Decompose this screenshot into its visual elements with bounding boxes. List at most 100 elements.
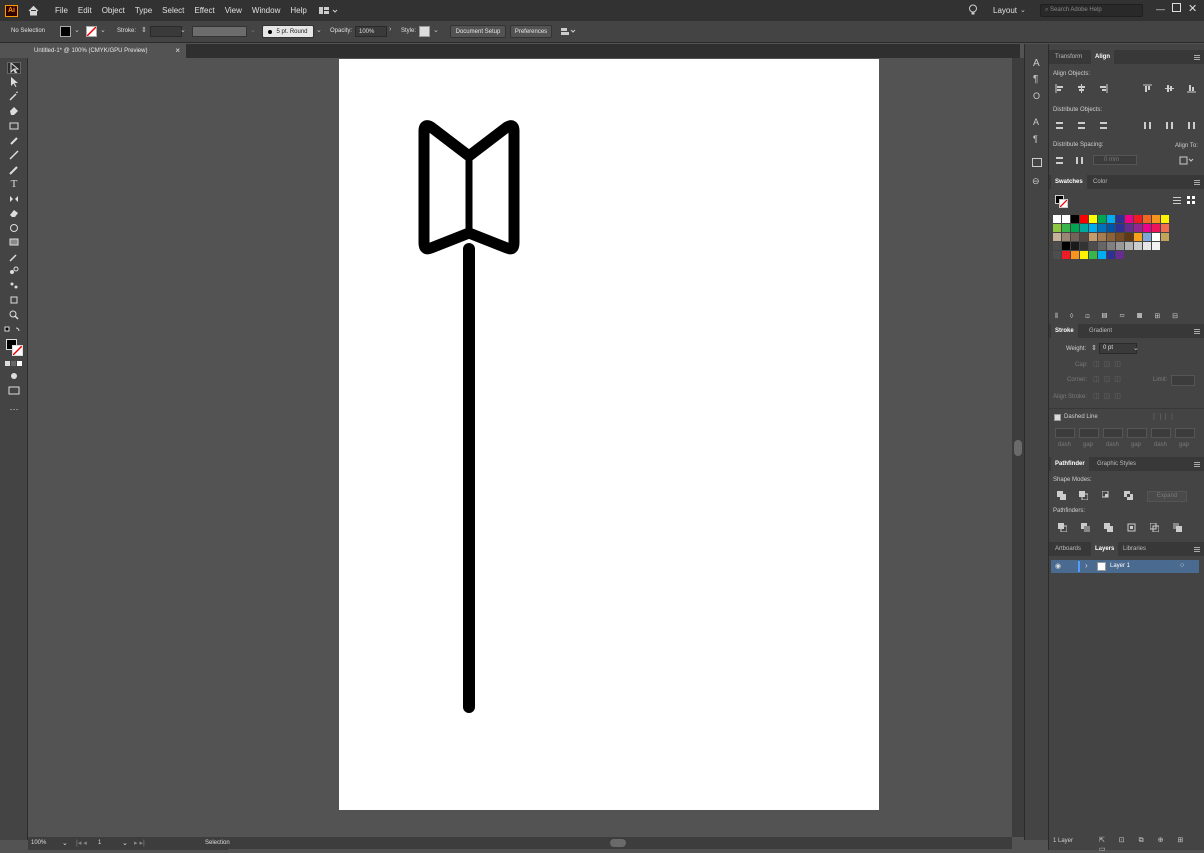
chevron-down-icon[interactable]: ⌄ xyxy=(316,26,322,34)
edit-toolbar-icon[interactable]: ··· xyxy=(7,403,21,415)
close-window-icon[interactable]: ✕ xyxy=(1188,2,1197,15)
panel-menu-icon[interactable] xyxy=(1194,180,1200,185)
color-swatch[interactable] xyxy=(1134,215,1142,223)
color-swatch[interactable] xyxy=(1080,242,1088,250)
gradient-tool-icon[interactable] xyxy=(7,236,21,248)
color-swatch[interactable] xyxy=(1134,233,1142,241)
trim-icon[interactable] xyxy=(1081,523,1090,532)
color-swatch[interactable] xyxy=(1152,224,1160,232)
variable-width-profile-field[interactable] xyxy=(192,26,247,37)
tab-transform[interactable]: Transform xyxy=(1051,50,1086,64)
horizontal-align-left-icon[interactable] xyxy=(1055,84,1064,93)
color-swatch[interactable] xyxy=(1107,224,1115,232)
color-swatch[interactable] xyxy=(1071,233,1079,241)
target-circle-icon[interactable]: ○ xyxy=(1180,562,1184,569)
crop-icon[interactable] xyxy=(1127,523,1136,532)
pencil-tool-icon[interactable] xyxy=(7,164,21,176)
exclude-icon[interactable] xyxy=(1124,491,1133,500)
screen-mode-icon[interactable] xyxy=(7,384,21,396)
discover-lightbulb-icon[interactable] xyxy=(968,4,978,16)
color-swatch[interactable] xyxy=(1152,242,1160,250)
preferences-button[interactable]: Preferences xyxy=(510,25,552,38)
menu-effect[interactable]: Effect xyxy=(194,6,214,15)
color-swatch[interactable] xyxy=(1107,242,1115,250)
chevron-down-icon[interactable]: ⌄ xyxy=(180,26,186,34)
tab-artboards[interactable]: Artboards xyxy=(1051,542,1085,556)
color-swatch[interactable] xyxy=(1152,215,1160,223)
vertical-align-top-icon[interactable] xyxy=(1143,84,1152,93)
canvas-area[interactable] xyxy=(28,58,1012,837)
color-swatch[interactable] xyxy=(1062,233,1070,241)
opacity-field[interactable]: 100% xyxy=(355,26,387,37)
artboard-tool-icon[interactable] xyxy=(7,294,21,306)
tab-pathfinder[interactable]: Pathfinder xyxy=(1051,457,1089,471)
glyphs-panel-icon[interactable]: ¶ xyxy=(1033,134,1038,144)
color-swatch[interactable] xyxy=(1116,233,1124,241)
color-swatch[interactable] xyxy=(1053,242,1061,250)
color-swatch[interactable] xyxy=(1062,215,1070,223)
vertical-scrollbar[interactable] xyxy=(1012,58,1024,837)
tab-swatches[interactable]: Swatches xyxy=(1051,175,1087,189)
color-swatch[interactable] xyxy=(1053,224,1061,232)
menu-view[interactable]: View xyxy=(225,6,242,15)
color-swatch[interactable] xyxy=(1125,233,1133,241)
color-swatch[interactable] xyxy=(1062,242,1070,250)
color-swatch[interactable] xyxy=(1134,224,1142,232)
menu-window[interactable]: Window xyxy=(252,6,280,15)
layer-row[interactable]: ◉ › Layer 1 ○ xyxy=(1051,560,1199,573)
menu-object[interactable]: Object xyxy=(102,6,125,15)
panel-menu-icon[interactable] xyxy=(1194,547,1200,552)
reflect-tool-icon[interactable] xyxy=(7,193,21,205)
color-swatch[interactable] xyxy=(1116,251,1124,259)
color-swatch[interactable] xyxy=(1125,242,1133,250)
vertical-distribute-top-icon[interactable] xyxy=(1055,121,1064,130)
first-artboard-icon[interactable]: |◂ ◂ xyxy=(76,839,87,847)
color-swatch[interactable] xyxy=(1071,242,1079,250)
chevron-down-icon[interactable]: ⌄ xyxy=(433,26,439,34)
divide-icon[interactable] xyxy=(1058,523,1067,532)
character-panel-icon[interactable]: A xyxy=(1033,58,1040,69)
color-swatch[interactable] xyxy=(1089,251,1097,259)
arrow-artwork[interactable] xyxy=(339,59,879,810)
chevron-down-icon[interactable]: ⌄ xyxy=(100,26,106,34)
tab-gradient[interactable]: Gradient xyxy=(1085,324,1116,338)
weight-field[interactable]: 0 pt xyxy=(1099,343,1137,354)
stroke-weight-stepper-icon[interactable]: ⇕ xyxy=(141,26,147,34)
color-swatch[interactable] xyxy=(1152,233,1160,241)
vertical-align-bottom-icon[interactable] xyxy=(1187,84,1196,93)
unite-icon[interactable] xyxy=(1057,491,1066,500)
color-swatch[interactable] xyxy=(1089,242,1097,250)
swatch-grid[interactable] xyxy=(1053,215,1193,265)
chevron-down-icon[interactable]: ⌄ xyxy=(122,839,128,847)
properties-panel-icon[interactable]: A xyxy=(1033,117,1039,127)
stroke-swatch[interactable] xyxy=(12,345,23,356)
zoom-level-field[interactable]: 100% xyxy=(31,840,46,846)
eyedropper-tool-icon[interactable] xyxy=(7,251,21,263)
eraser-tool-icon[interactable] xyxy=(7,207,21,219)
color-swatch[interactable] xyxy=(1080,251,1088,259)
vertical-align-center-icon[interactable] xyxy=(1165,84,1174,93)
swatches-stroke-indicator[interactable] xyxy=(1059,199,1068,208)
merge-icon[interactable] xyxy=(1104,523,1113,532)
type-tool-icon[interactable]: T xyxy=(7,178,21,190)
horizontal-align-center-icon[interactable] xyxy=(1077,84,1086,93)
horizontal-align-right-icon[interactable] xyxy=(1099,84,1108,93)
intersect-icon[interactable] xyxy=(1102,491,1111,500)
tab-stroke[interactable]: Stroke xyxy=(1051,324,1078,338)
menu-select[interactable]: Select xyxy=(162,6,184,15)
horizontal-distribute-left-icon[interactable] xyxy=(1143,121,1152,130)
fill-color-swatch[interactable] xyxy=(60,26,71,37)
tab-libraries[interactable]: Libraries xyxy=(1119,542,1150,556)
opentype-panel-icon[interactable]: O xyxy=(1033,91,1040,101)
color-swatch[interactable] xyxy=(1107,233,1115,241)
links-panel-icon[interactable]: ⊖ xyxy=(1032,176,1040,187)
selection-tool-icon[interactable] xyxy=(7,62,21,74)
brush-definition-field[interactable]: 5 pt. Round xyxy=(262,25,314,38)
home-icon[interactable] xyxy=(28,5,39,16)
color-swatch[interactable] xyxy=(1143,242,1151,250)
visibility-eye-icon[interactable]: ◉ xyxy=(1055,562,1061,570)
paragraph-panel-icon[interactable]: ¶ xyxy=(1033,74,1038,85)
blend-tool-icon[interactable] xyxy=(7,265,21,277)
next-artboard-icon[interactable]: ▸ ▸| xyxy=(134,839,145,847)
swatch-library-icons[interactable]: ⫴ ◊ ⊡ ▤ ▭ ▦ ⊞ ⊟ xyxy=(1055,312,1195,321)
